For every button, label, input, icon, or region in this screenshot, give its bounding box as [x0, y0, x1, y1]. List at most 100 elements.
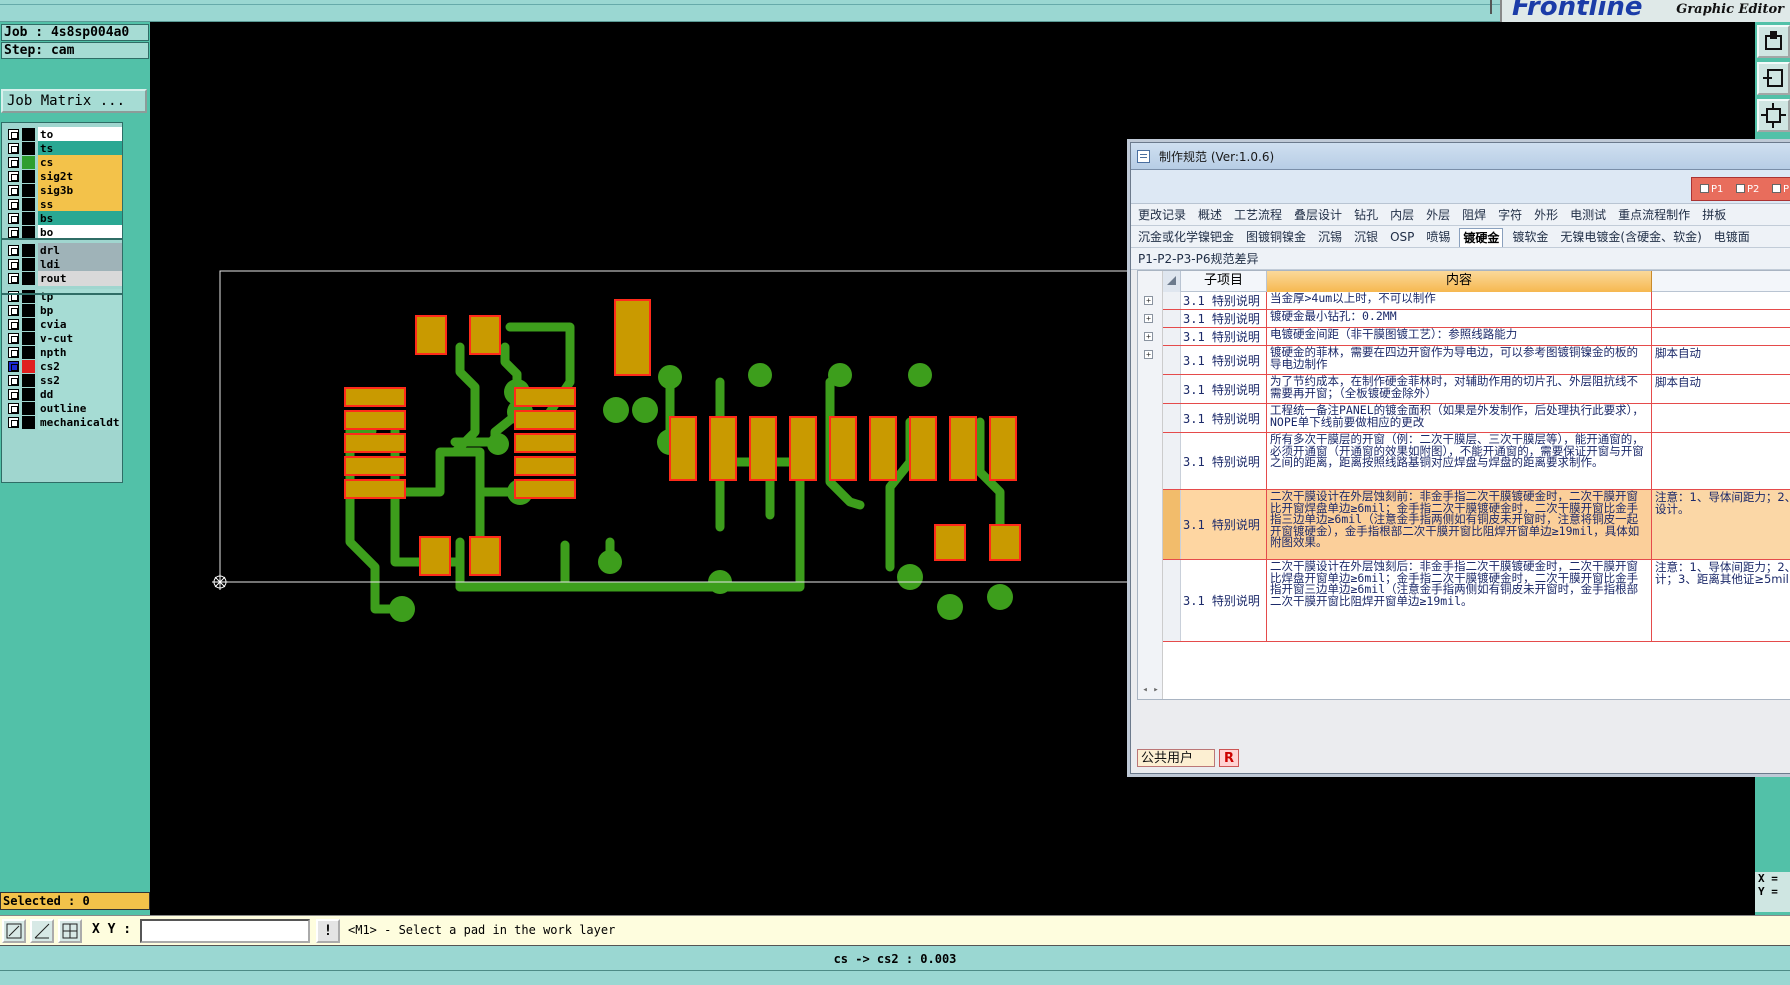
layer-row-bp[interactable]: bp	[2, 303, 122, 318]
table-row[interactable]: 3.1 特别说明 电镀硬金间距（非干膜图镀工艺）：参照线路能力	[1163, 328, 1790, 346]
layer-color-swatch[interactable]	[22, 332, 35, 345]
pcb-pad[interactable]	[949, 416, 977, 481]
layer-color-swatch[interactable]	[22, 244, 35, 257]
cell-sub[interactable]: 3.1 特别说明	[1181, 375, 1267, 403]
tab-1[interactable]: 沉金或化学镍钯金	[1135, 228, 1237, 247]
table-row[interactable]: 3.1 特别说明 镀硬金的菲林，需要在四边开窗作为导电边，可以参考图镀铜镍金的板的…	[1163, 346, 1790, 375]
layer-checkbox[interactable]	[8, 403, 19, 414]
scroll-arrows-icon[interactable]: ◂ ▸	[1138, 685, 1163, 699]
layer-row-rout[interactable]: rout	[2, 271, 122, 286]
table-row[interactable]: 3.1 特别说明 二次干膜设计在外层蚀刻前：非金手指二次干膜镀硬金时，二次干膜开窗…	[1163, 490, 1790, 560]
layer-checkbox[interactable]	[8, 129, 19, 140]
cell-sub[interactable]: 3.1 特别说明	[1181, 310, 1267, 327]
layer-checkbox[interactable]	[8, 319, 19, 330]
layer-checkbox[interactable]	[8, 213, 19, 224]
layer-color-swatch[interactable]	[22, 198, 35, 211]
cell-content[interactable]: 镀硬金最小钻孔：0.2MM	[1267, 310, 1652, 327]
cell-sub[interactable]: 3.1 特别说明	[1181, 433, 1267, 489]
pcb-pad[interactable]	[989, 524, 1021, 561]
cell-note[interactable]: 注意：1、导体间距力；2、计；3、距离其他证≥5mil	[1652, 560, 1790, 641]
pcb-pad[interactable]	[344, 479, 406, 499]
layer-name[interactable]: dd	[38, 387, 122, 402]
layer-row-npth[interactable]: npth	[2, 345, 122, 360]
layer-checkbox[interactable]	[8, 417, 19, 428]
tab-7[interactable]: 镀硬金	[1459, 228, 1504, 247]
table-row[interactable]: 3.1 特别说明 为了节约成本，在制作硬金菲林时，对辅助作用的切片孔、外层阻抗线不…	[1163, 375, 1790, 404]
layer-checkbox[interactable]	[8, 157, 19, 168]
pcb-pad[interactable]	[909, 416, 937, 481]
pcb-pad[interactable]	[669, 416, 697, 481]
layer-row-mechanicaldt[interactable]: mechanicaldt	[2, 415, 122, 430]
pcb-via[interactable]	[897, 564, 923, 590]
checkbox-icon[interactable]	[1736, 184, 1745, 193]
layer-row-drl[interactable]: drl	[2, 243, 122, 258]
row-selector[interactable]	[1163, 292, 1181, 309]
layer-color-swatch[interactable]	[22, 170, 35, 183]
row-selector[interactable]	[1163, 404, 1181, 432]
zoom-home-button[interactable]	[1757, 25, 1790, 58]
spec-dialog[interactable]: 制作规范 (Ver:1.0.6) P1 P2 P 更改记录 概述 工艺流程 叠层设计 钻孔内…	[1130, 142, 1790, 774]
cell-note[interactable]	[1652, 292, 1790, 309]
layer-color-swatch[interactable]	[22, 374, 35, 387]
xy-input[interactable]	[140, 919, 310, 943]
cell-note[interactable]: 脚本自动	[1652, 346, 1790, 374]
pcb-pad[interactable]	[869, 416, 897, 481]
table-row[interactable]: 3.1 特别说明 当金厚>4um以上时，不可以制作	[1163, 292, 1790, 310]
dialog-title-bar[interactable]: 制作规范 (Ver:1.0.6)	[1131, 143, 1790, 170]
row-selector[interactable]	[1163, 328, 1181, 345]
layer-color-swatch[interactable]	[22, 416, 35, 429]
snap-button[interactable]	[2, 919, 26, 943]
table-row[interactable]: 3.1 特别说明 二次干膜设计在外层蚀刻后：非金手指二次干膜镀硬金时，二次干膜开窗…	[1163, 560, 1790, 642]
cell-note[interactable]	[1652, 433, 1790, 489]
measure-button[interactable]	[30, 919, 54, 943]
layer-name[interactable]: sig2t	[38, 169, 122, 184]
layer-row-tp[interactable]: tp	[2, 289, 122, 304]
tab-8[interactable]: 阻焊	[1459, 206, 1489, 225]
layer-row-outline[interactable]: outline	[2, 401, 122, 416]
layer-color-swatch[interactable]	[22, 318, 35, 331]
row-selector[interactable]	[1163, 560, 1181, 641]
pcb-pad[interactable]	[415, 315, 447, 355]
layer-name[interactable]: sig3b	[38, 183, 122, 198]
table-row[interactable]: 3.1 特别说明 所有多次干膜层的开窗（例：二次干膜层、三次干膜层等），能开通窗的…	[1163, 433, 1790, 490]
pcb-pad[interactable]	[514, 479, 576, 499]
row-selector[interactable]	[1163, 433, 1181, 489]
cell-content[interactable]: 镀硬金的菲林，需要在四边开窗作为导电边，可以参考图镀铜镍金的板的导电边制作	[1267, 346, 1652, 374]
cell-note[interactable]: 脚本自动	[1652, 375, 1790, 403]
layer-name[interactable]: outline	[38, 401, 122, 416]
layer-color-swatch[interactable]	[22, 156, 35, 169]
layer-checkbox[interactable]	[8, 199, 19, 210]
pcb-pad[interactable]	[514, 387, 576, 407]
layer-checkbox[interactable]	[8, 305, 19, 316]
cell-sub[interactable]: 3.1 特别说明	[1181, 292, 1267, 309]
pcb-pad[interactable]	[749, 416, 777, 481]
zoom-fit-button[interactable]	[1757, 99, 1790, 132]
tab-3[interactable]: 沉锡	[1315, 228, 1345, 247]
layer-name[interactable]: v-cut	[38, 331, 122, 346]
column-header-content[interactable]: 内容	[1267, 271, 1652, 292]
pcb-pad[interactable]	[989, 416, 1017, 481]
layer-name[interactable]: bp	[38, 303, 122, 318]
help-button[interactable]: !	[316, 919, 340, 943]
tab-12[interactable]: 重点流程制作	[1615, 206, 1693, 225]
row-selector[interactable]	[1163, 490, 1181, 559]
table-row[interactable]: 3.1 特别说明 工程统一备注PANEL的镀金面积（如果是外发制作，后处理执行此要…	[1163, 404, 1790, 433]
tab-1[interactable]: P1-P2-P3-P6规范差异	[1135, 250, 1261, 269]
job-matrix-button[interactable]: Job Matrix ...	[1, 89, 147, 113]
tab-5[interactable]: 钻孔	[1351, 206, 1381, 225]
layer-color-swatch[interactable]	[22, 304, 35, 317]
layer-color-swatch[interactable]	[22, 402, 35, 415]
layer-row-ss2[interactable]: ss2	[2, 373, 122, 388]
tab-3[interactable]: 工艺流程	[1231, 206, 1285, 225]
layer-row-ss[interactable]: ss	[2, 197, 122, 212]
tab-6[interactable]: 喷锡	[1423, 228, 1453, 247]
pcb-pad[interactable]	[419, 536, 451, 576]
layer-row-cs2[interactable]: cs2	[2, 359, 122, 374]
layer-color-swatch[interactable]	[22, 360, 35, 373]
layer-checkbox[interactable]	[8, 333, 19, 344]
checkbox-icon[interactable]	[1700, 184, 1709, 193]
layer-checkbox[interactable]	[8, 185, 19, 196]
layer-name[interactable]: ldi	[38, 257, 122, 272]
pcb-via[interactable]	[598, 550, 622, 574]
pcb-pad[interactable]	[344, 456, 406, 476]
